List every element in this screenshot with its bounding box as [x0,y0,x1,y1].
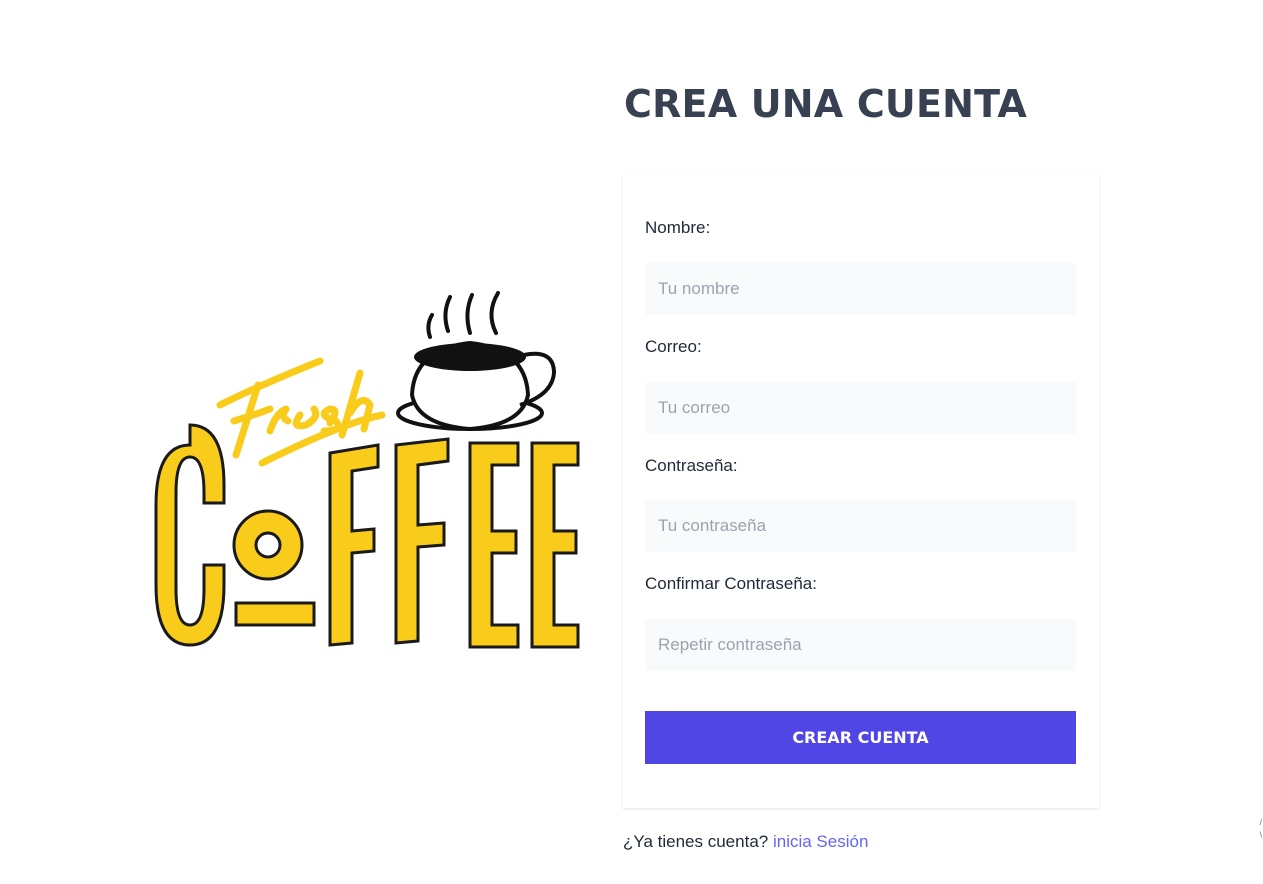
email-input[interactable] [645,382,1076,434]
password-input[interactable] [645,500,1076,552]
clipped-edge-glyph: ∧∨ [1258,815,1262,845]
name-label: Nombre: [645,218,711,237]
confirm-password-input[interactable] [645,619,1076,671]
create-account-button[interactable]: CREAR CUENTA [645,711,1076,764]
register-form: Nombre: Correo: Contraseña: Confirmar Co… [623,174,1099,808]
register-page: CREA UNA CUENTA Nombre: Correo: Contrase… [0,0,1263,884]
login-link[interactable]: inicia Sesión [773,832,868,851]
login-prompt: ¿Ya tienes cuenta? inicia Sesión [623,832,868,852]
coffee-lettering-art [154,423,580,649]
confirm-password-label: Confirmar Contraseña: [645,574,817,593]
password-label: Contraseña: [645,456,738,475]
name-input[interactable] [645,263,1076,315]
login-question: ¿Ya tienes cuenta? [623,832,769,851]
steam-icon [426,291,500,339]
page-title: CREA UNA CUENTA [624,82,1027,126]
coffee-cup-icon [396,340,557,432]
fresh-coffee-logo [150,285,590,655]
email-label: Correo: [645,337,702,356]
fresh-coffee-logo-art [154,291,580,649]
